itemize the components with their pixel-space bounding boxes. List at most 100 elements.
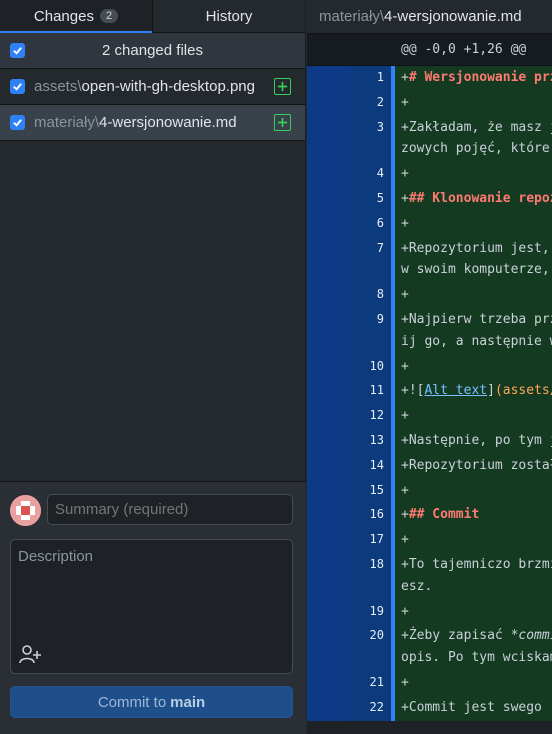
diff-line[interactable]: 18 +To tajemniczo brzmi esz.	[307, 552, 552, 600]
code-row: zowych pojęć, które	[401, 141, 552, 157]
diff-line[interactable]: 19 +	[307, 599, 552, 625]
old-line-gutter	[307, 695, 350, 721]
file-checkbox[interactable]	[10, 115, 25, 130]
diff-line-code: +Następnie, po tym j	[395, 428, 552, 454]
new-line-number: 8	[350, 283, 391, 308]
code-row: +Repozytorium jest,	[401, 240, 552, 256]
add-coauthor-icon[interactable]	[18, 643, 42, 665]
diff-line[interactable]: 14 +Repozytorium został	[307, 453, 552, 479]
new-line-number: 20	[350, 624, 391, 671]
new-line-number: 11	[350, 379, 391, 405]
select-all-checkbox[interactable]	[10, 43, 25, 58]
diff-line-code: +	[395, 354, 552, 380]
old-line-gutter	[307, 186, 350, 212]
file-path: assets\open-with-gh-desktop.png	[34, 78, 255, 95]
new-line-number: 4	[350, 162, 391, 187]
code-row: +Żeby zapisać *commi	[401, 628, 552, 644]
code-row: +	[401, 674, 409, 690]
new-line-number: 5	[350, 186, 391, 212]
old-line-gutter	[307, 307, 350, 355]
diff-line[interactable]: 11 +![Alt text](assets/	[307, 379, 552, 405]
tab-history-label: History	[205, 7, 253, 25]
old-line-gutter	[307, 503, 350, 529]
diff-line[interactable]: 4 +	[307, 162, 552, 187]
old-line-gutter	[307, 478, 350, 504]
diff-line[interactable]: 17 +	[307, 528, 552, 553]
new-line-number: 9	[350, 307, 391, 355]
old-line-gutter	[307, 624, 350, 671]
file-row-md[interactable]: materiały\4-wersjonowanie.md	[0, 105, 305, 141]
diff-line-code: +	[395, 404, 552, 429]
diff-line-code: +	[395, 90, 552, 116]
tab-changes[interactable]: Changes 2	[0, 0, 152, 33]
tab-history[interactable]: History	[152, 0, 305, 32]
new-line-number: 12	[350, 404, 391, 429]
diff-line[interactable]: 5 +## Klonowanie repoz	[307, 186, 552, 212]
changed-files-count-label: 2 changed files	[102, 42, 203, 59]
diff-line-code: +Żeby zapisać *commi opis. Po tym wciskam	[395, 624, 552, 671]
diff-line-code: +	[395, 211, 552, 237]
diff-file-header: materiały\ 4-wersjonowanie.md	[307, 0, 552, 34]
diff-line[interactable]: 15 +	[307, 478, 552, 504]
new-line-number: 3	[350, 115, 391, 163]
code-row: +	[401, 166, 409, 182]
diff-line-code: +Repozytorium został	[395, 453, 552, 479]
hunk-header-text: @@ -0,0 +1,26 @@	[401, 42, 527, 57]
new-line-number: 10	[350, 354, 391, 380]
file-row-png[interactable]: assets\open-with-gh-desktop.png	[0, 69, 305, 105]
code-row: +# Wersjonowanie prz	[401, 70, 552, 85]
summary-input[interactable]	[47, 494, 293, 525]
diff-line[interactable]: 12 +	[307, 404, 552, 429]
code-row: +	[401, 358, 409, 374]
code-row: +	[401, 94, 409, 110]
changed-files-header: 2 changed files	[0, 33, 305, 69]
changes-pane: Changes 2 History 2 changed files assets…	[0, 0, 306, 734]
diff-line[interactable]: 2 +	[307, 90, 552, 116]
diff-line-code: +	[395, 599, 552, 625]
code-row: +	[401, 287, 409, 303]
old-line-gutter	[307, 90, 350, 116]
new-line-number: 21	[350, 670, 391, 696]
diff-line-code: +Zakładam, że masz j zowych pojęć, które	[395, 115, 552, 163]
diff-line-code: +# Wersjonowanie prz	[395, 66, 552, 91]
diff-line[interactable]: 8 +	[307, 283, 552, 308]
code-row: +Commit jest swego r	[401, 699, 552, 715]
old-line-gutter	[307, 66, 350, 91]
file-checkbox[interactable]	[10, 79, 25, 94]
diff-line[interactable]: 13 +Następnie, po tym j	[307, 428, 552, 454]
diff-line[interactable]: 6 +	[307, 211, 552, 237]
new-line-number: 15	[350, 478, 391, 504]
code-row: +	[401, 482, 409, 498]
diff-line[interactable]: 3 +Zakładam, że masz j zowych pojęć, które	[307, 115, 552, 163]
diff-line[interactable]: 21 +	[307, 670, 552, 696]
description-field[interactable]: Description	[10, 539, 293, 674]
file-name: open-with-gh-desktop.png	[81, 78, 255, 95]
new-line-number: 1	[350, 66, 391, 91]
diff-line-code: +## Commit	[395, 503, 552, 529]
diff-line[interactable]: 10 +	[307, 354, 552, 380]
code-row: +Najpierw trzeba prz	[401, 311, 552, 327]
new-line-number: 6	[350, 211, 391, 237]
code-row: opis. Po tym wciskam	[401, 650, 552, 666]
commit-button-label: Commit to	[97, 693, 167, 711]
new-line-number: 7	[350, 236, 391, 284]
diff-line-code: +## Klonowanie repoz	[395, 186, 552, 212]
check-icon	[13, 47, 22, 55]
diff-line[interactable]: 20 +Żeby zapisać *commi opis. Po tym wcisk…	[307, 624, 552, 671]
diff-line[interactable]: 16 +## Commit	[307, 503, 552, 529]
code-row: +Zakładam, że masz j	[401, 119, 552, 135]
old-line-gutter	[307, 283, 350, 308]
diff-line[interactable]: 22 +Commit jest swego r	[307, 695, 552, 721]
file-dir: assets\	[34, 78, 82, 95]
code-row: +![Alt text](assets/	[401, 383, 552, 399]
diff-line[interactable]: 1 +# Wersjonowanie prz	[307, 66, 552, 91]
diff-line[interactable]: 7 +Repozytorium jest, w swoim komputerze,	[307, 236, 552, 284]
diff-file-name: 4-wersjonowanie.md	[384, 8, 522, 25]
diff-line[interactable]: 9 +Najpierw trzeba prz ij go, a następnie …	[307, 307, 552, 355]
description-placeholder: Description	[18, 548, 94, 565]
diff-line-code: +	[395, 670, 552, 696]
diff-lines: 1 +# Wersjonowanie prz 2 +3 +Zakładam, że ma…	[307, 66, 552, 721]
new-line-number: 22	[350, 695, 391, 721]
code-row: w swoim komputerze,	[401, 262, 552, 278]
commit-button[interactable]: Commit to main	[10, 686, 293, 718]
